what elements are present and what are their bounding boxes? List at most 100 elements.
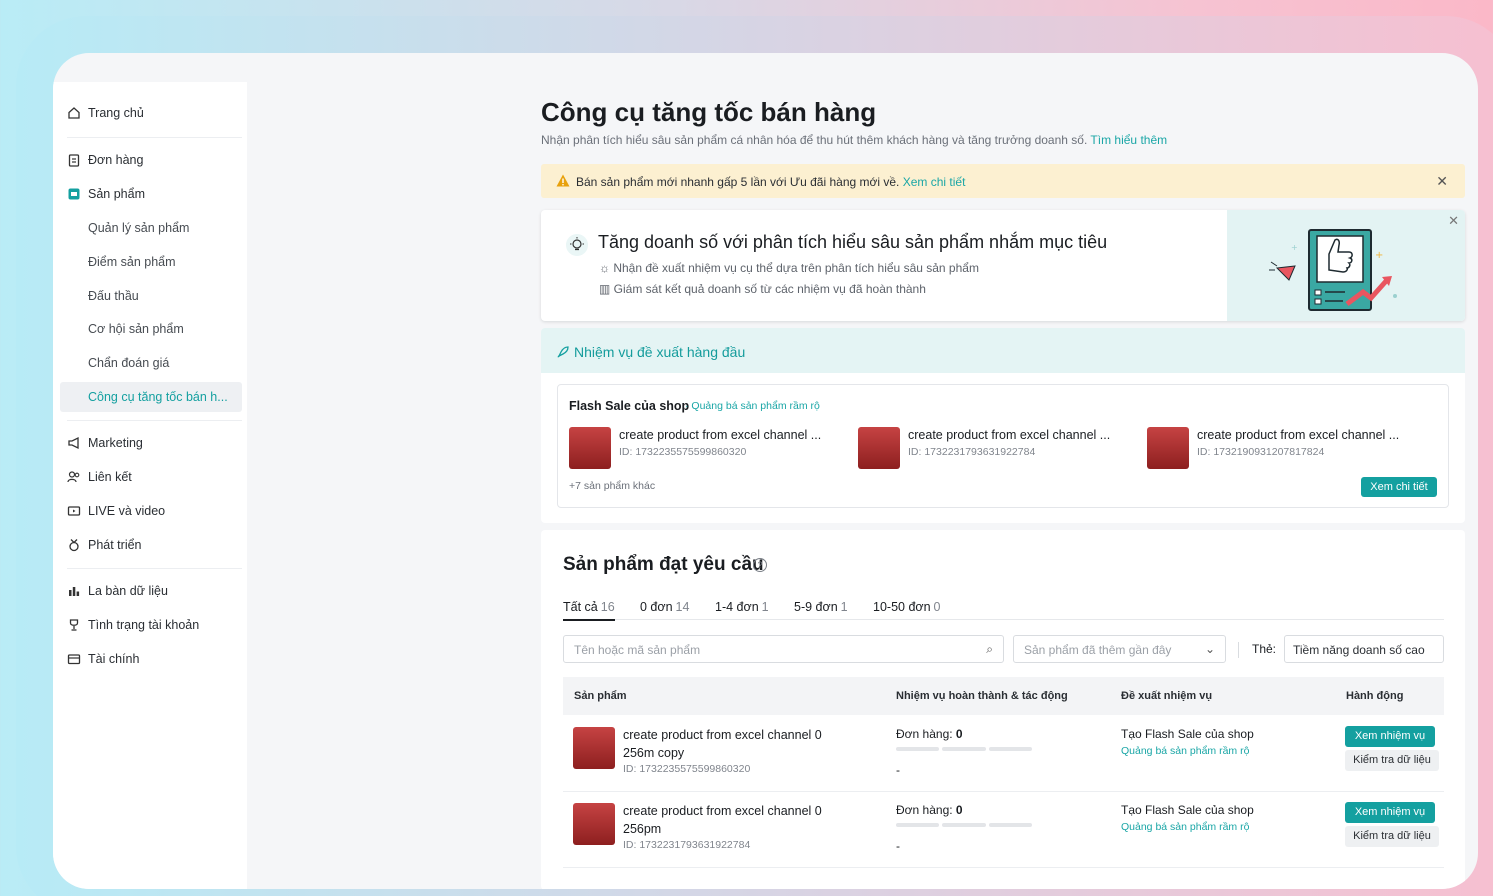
sidebar-item-products[interactable]: Sản phẩm: [53, 179, 247, 209]
sidebar-item-bidding[interactable]: Đấu thầu: [53, 281, 247, 311]
product-id: ID: 1732231793631922784: [623, 839, 751, 851]
table-header: Sản phẩm Nhiệm vụ hoàn thành & tác động …: [563, 677, 1444, 715]
task-card-title: Flash Sale của shop: [569, 399, 690, 413]
tab-all[interactable]: Tất cả 16: [563, 600, 615, 621]
product-name[interactable]: create product from excel channel 0 256p…: [623, 802, 843, 838]
sidebar-item-label: Tài chính: [88, 652, 140, 666]
tab-count: 16: [600, 600, 615, 614]
tag-select[interactable]: Tiềm năng doanh số cao: [1284, 635, 1444, 663]
product-id: ID: 1732235575599860320: [619, 446, 747, 458]
sidebar-item-product-opportunity[interactable]: Cơ hội sản phẩm: [53, 314, 247, 344]
sidebar-divider: [67, 137, 242, 138]
sidebar-item-home[interactable]: Trang chủ: [53, 98, 247, 128]
column-header: Nhiệm vụ hoàn thành & tác động: [896, 690, 1068, 702]
tab-label: 10-50 đơn: [873, 600, 931, 614]
product-name: create product from excel channel ...: [1197, 428, 1400, 442]
sidebar-item-price-diagnosis[interactable]: Chẩn đoán giá: [53, 348, 247, 378]
sidebar-item-sales-accelerator[interactable]: Công cụ tăng tốc bán h...: [60, 382, 242, 412]
suggested-task: Tạo Flash Sale của shop: [1121, 727, 1254, 741]
tab-label: Tất cả: [563, 600, 598, 614]
sidebar-item-account-health[interactable]: Tình trạng tài khoản: [53, 610, 247, 640]
sidebar-item-growth[interactable]: Phát triển: [53, 530, 247, 560]
app-window: Trang chủ Đơn hàng Sản phẩm Quản lý sản …: [53, 53, 1478, 889]
qualified-title: Sản phẩm đạt yêu cầu: [563, 554, 764, 575]
tab-count: 1: [761, 600, 769, 614]
sidebar-item-product-score[interactable]: Điểm sản phẩm: [53, 247, 247, 277]
search-input[interactable]: Tên hoặc mã sản phẩm ⌕: [563, 635, 1004, 663]
users-icon: [67, 471, 80, 483]
close-icon[interactable]: ✕: [1436, 173, 1448, 190]
order-tabs: Tất cả 16 0 đơn 14 1-4 đơn 1 5-9 đơn 1 10-50…: [563, 596, 1444, 621]
sidebar-item-label: Chẩn đoán giá: [88, 356, 170, 370]
notice-text: Bán sản phẩm mới nhanh gấp 5 lần với Ưu …: [576, 175, 965, 189]
notice-link[interactable]: Xem chi tiết: [903, 175, 966, 189]
recent-products-select[interactable]: Sản phẩm đã thêm gần đây ⌄: [1013, 635, 1226, 663]
task-product[interactable]: create product from excel channel ... ID…: [858, 427, 1118, 469]
product-name: create product from excel channel ...: [619, 428, 822, 442]
tab-5-9-orders[interactable]: 5-9 đơn 1: [794, 600, 848, 614]
tab-0-orders[interactable]: 0 đơn 14: [640, 600, 689, 614]
tab-10-50-orders[interactable]: 10-50 đơn 0: [873, 600, 941, 614]
sidebar-item-live-video[interactable]: LIVE và video: [53, 496, 247, 526]
sidebar-item-label: Đơn hàng: [88, 153, 144, 167]
sidebar-item-label: LIVE và video: [88, 504, 166, 518]
sidebar-item-label: Phát triển: [88, 538, 142, 552]
sidebar-item-label: Công cụ tăng tốc bán h...: [88, 390, 228, 404]
promo-title: Tăng doanh số với phân tích hiểu sâu sản…: [598, 232, 1108, 252]
view-details-button[interactable]: Xem chi tiết: [1361, 477, 1437, 497]
promo-line: ▥ Giám sát kết quả doanh số từ các nhiệm…: [599, 282, 926, 296]
rocket-icon: [557, 346, 569, 358]
impact-value: -: [896, 763, 900, 777]
sidebar-item-product-management[interactable]: Quản lý sản phẩm: [53, 213, 247, 243]
orders-value: 0: [955, 803, 963, 817]
product-name: create product from excel channel ...: [908, 428, 1111, 442]
product-name[interactable]: create product from excel channel 0 256m…: [623, 726, 843, 762]
task-product[interactable]: create product from excel channel ... ID…: [1147, 427, 1407, 469]
column-header: Sản phẩm: [574, 690, 627, 702]
tab-count: 14: [675, 600, 690, 614]
sidebar-item-marketing[interactable]: Marketing: [53, 428, 247, 458]
thumbs-up-board-illustration: + +: [1269, 229, 1397, 311]
check-data-button[interactable]: Kiểm tra dữ liệu: [1345, 826, 1439, 847]
orders-count: Đơn hàng: 0: [896, 727, 963, 741]
wallet-icon: [67, 654, 81, 665]
product-thumbnail: [858, 427, 900, 469]
sidebar-item-data-compass[interactable]: La bàn dữ liệu: [53, 576, 247, 606]
check-data-button[interactable]: Kiểm tra dữ liệu: [1345, 750, 1439, 771]
clipboard-icon: [68, 154, 80, 167]
suggested-task: Tạo Flash Sale của shop: [1121, 803, 1254, 817]
orders-value: 0: [955, 727, 963, 741]
target-icon: ☼: [599, 261, 614, 275]
filter-divider: [1238, 642, 1239, 658]
sidebar-item-label: Quản lý sản phẩm: [88, 221, 190, 235]
sidebar-item-affiliate[interactable]: Liên kết: [53, 462, 247, 492]
tab-count: 1: [840, 600, 848, 614]
lightbulb-icon: [566, 234, 588, 256]
task-product[interactable]: create product from excel channel ... ID…: [569, 427, 829, 469]
learn-more-link[interactable]: Tìm hiểu thêm: [1090, 133, 1167, 147]
tab-count: 0: [933, 600, 941, 614]
orders-label: Đơn hàng:: [896, 727, 953, 741]
help-icon[interactable]: ?: [753, 558, 767, 572]
product-thumbnail: [573, 727, 615, 769]
qualified-products-panel: Sản phẩm đạt yêu cầu ? Tất cả 16 0 đơn 14 …: [541, 530, 1465, 889]
close-icon[interactable]: ✕: [1448, 213, 1459, 229]
live-icon: [67, 506, 81, 516]
sidebar-item-finance[interactable]: Tài chính: [53, 644, 247, 674]
sidebar-item-label: Sản phẩm: [88, 187, 145, 201]
sidebar-item-orders[interactable]: Đơn hàng: [53, 145, 247, 175]
product-id: ID: 1732190931207817824: [1197, 446, 1325, 458]
tab-1-4-orders[interactable]: 1-4 đơn 1: [715, 600, 769, 614]
sidebar-item-label: La bàn dữ liệu: [88, 584, 168, 598]
home-icon: [68, 107, 80, 119]
page-subtitle-text: Nhận phân tích hiểu sâu sản phẩm cá nhân…: [541, 133, 1088, 147]
view-task-button[interactable]: Xem nhiệm vụ: [1345, 802, 1435, 823]
view-task-button[interactable]: Xem nhiệm vụ: [1345, 726, 1435, 747]
product-icon: [68, 188, 80, 200]
chevron-down-icon: ⌄: [1204, 642, 1215, 656]
task-card-tag: · Quảng bá sản phẩm rầm rộ: [685, 400, 820, 412]
sidebar-item-label: Trang chủ: [88, 106, 144, 120]
tab-label: 1-4 đơn: [715, 600, 759, 614]
impact-value: -: [896, 839, 900, 853]
sidebar: Trang chủ Đơn hàng Sản phẩm Quản lý sản …: [53, 82, 247, 889]
